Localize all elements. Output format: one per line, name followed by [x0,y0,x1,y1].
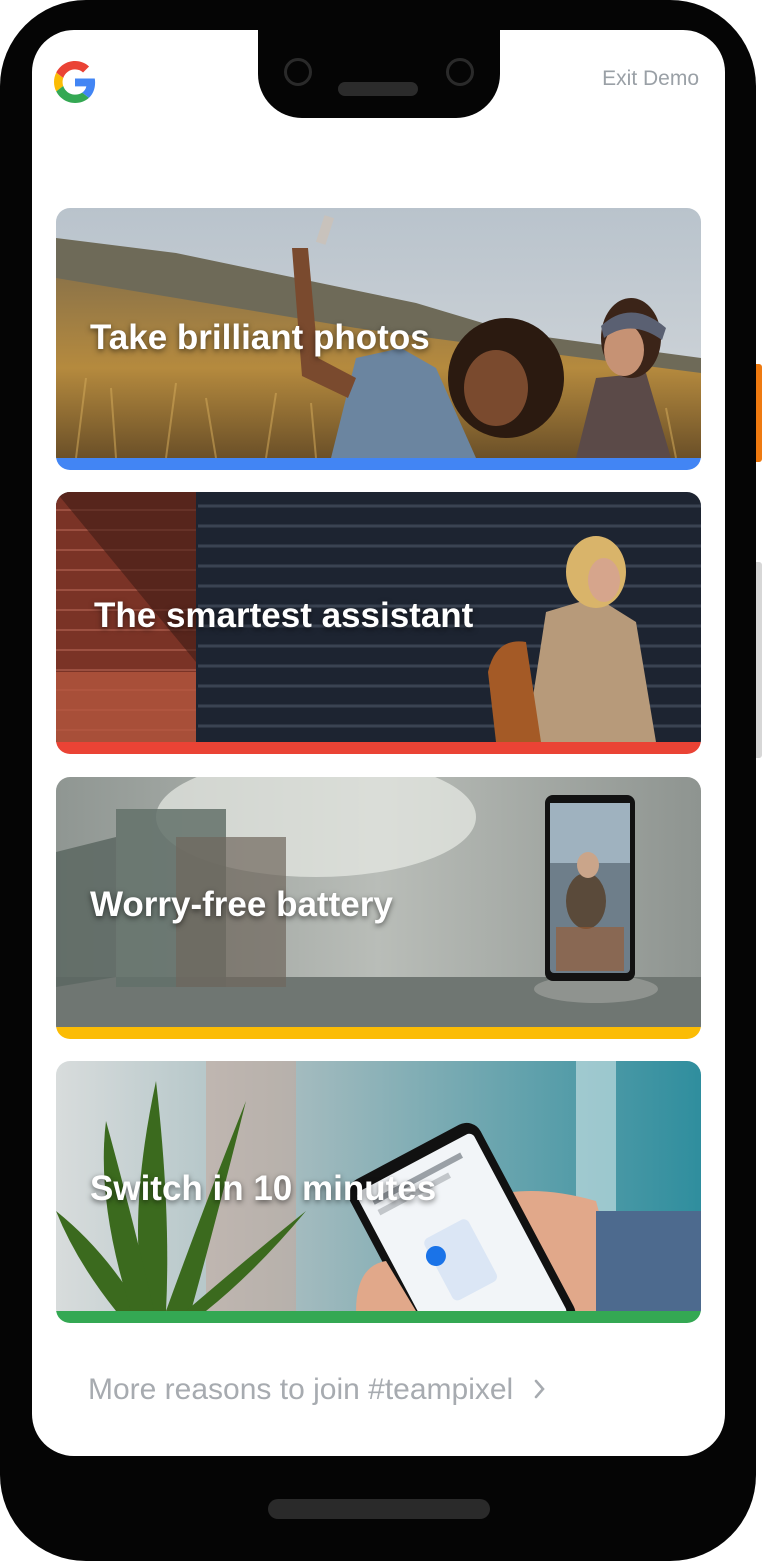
card-title: The smartest assistant [94,596,474,635]
more-reasons-label: More reasons to join #teampixel [88,1373,514,1406]
card-accent-bar [56,458,701,470]
power-button [756,364,762,462]
card-switch-in-10-minutes[interactable]: Switch in 10 minutes [56,1061,701,1323]
exit-demo-link[interactable]: Exit Demo [602,67,699,91]
notch [258,30,500,118]
card-smartest-assistant[interactable]: The smartest assistant [56,492,701,754]
card-title: Take brilliant photos [90,318,430,357]
phone-screen: Exit Demo Take brilliant photos The smar… [32,30,725,1456]
card-accent-bar [56,742,701,754]
card-title: Worry-free battery [90,885,393,924]
home-indicator [268,1499,490,1519]
volume-button [756,562,762,758]
phone-frame: Exit Demo Take brilliant photos The smar… [0,0,762,1561]
more-reasons-link[interactable]: More reasons to join #teampixel [88,1373,548,1407]
card-title: Switch in 10 minutes [90,1169,437,1208]
card-accent-bar [56,1027,701,1039]
chevron-right-icon [534,1379,545,1399]
card-worry-free-battery[interactable]: Worry-free battery [56,777,701,1039]
card-take-brilliant-photos[interactable]: Take brilliant photos [56,208,701,470]
google-g-icon [54,61,96,103]
card-accent-bar [56,1311,701,1323]
earpiece-speaker [338,82,418,96]
